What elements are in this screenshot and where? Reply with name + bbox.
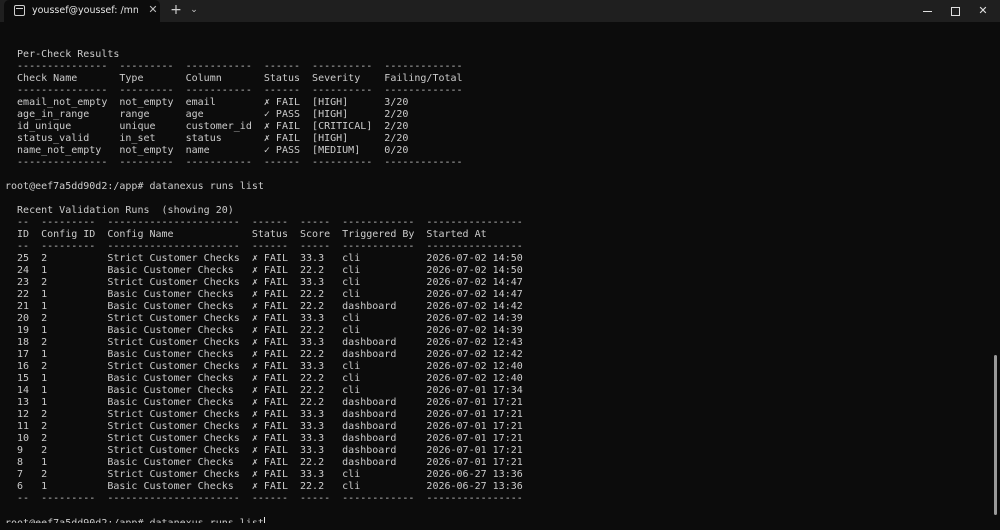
prompt-line[interactable]: root@eef7a5dd90d2:/app# datanexus runs l… (5, 517, 990, 523)
terminal-line: 19 1 Basic Customer Checks ✗ FAIL 22.2 c… (5, 325, 523, 336)
terminal-line: 18 2 Strict Customer Checks ✗ FAIL 33.3 … (5, 337, 523, 348)
terminal-line: -- --------- ---------------------- ----… (5, 241, 523, 252)
terminal-line: 16 2 Strict Customer Checks ✗ FAIL 33.3 … (5, 361, 523, 372)
text-cursor (263, 517, 265, 523)
terminal-line: age_in_range range age ✓ PASS [HIGH] 2/2… (5, 109, 409, 120)
minimize-icon (922, 10, 932, 12)
shell-prompt: root@eef7a5dd90d2:/app# (5, 518, 150, 523)
terminal-line: 12 2 Strict Customer Checks ✗ FAIL 33.3 … (5, 409, 523, 420)
terminal-line: status_valid in_set status ✗ FAIL [HIGH]… (5, 133, 409, 144)
terminal-line: email_not_empty not_empty email ✗ FAIL [… (5, 97, 409, 108)
terminal-line: -- --------- ---------------------- ----… (5, 493, 523, 504)
terminal-line: id_unique unique customer_id ✗ FAIL [CRI… (5, 121, 409, 132)
new-tab-button[interactable]: + (168, 2, 184, 18)
title-bar: youssef@youssef: /mnt/c/use ✕ + ⌄ ✕ (0, 0, 1000, 22)
close-window-button[interactable]: ✕ (960, 0, 1000, 22)
terminal-icon (14, 5, 25, 16)
chevron-down-icon[interactable]: ⌄ (187, 2, 201, 18)
terminal-line: Check Name Type Column Status Severity F… (5, 73, 463, 84)
terminal-line: 22 1 Basic Customer Checks ✗ FAIL 22.2 c… (5, 289, 523, 300)
terminal-line: 15 1 Basic Customer Checks ✗ FAIL 22.2 c… (5, 373, 523, 384)
terminal-tab[interactable]: youssef@youssef: /mnt/c/use ✕ (4, 0, 160, 22)
terminal-line: 9 2 Strict Customer Checks ✗ FAIL 33.3 d… (5, 445, 523, 456)
terminal-line: 6 1 Basic Customer Checks ✗ FAIL 22.2 cl… (5, 481, 523, 492)
terminal-line: 21 1 Basic Customer Checks ✗ FAIL 22.2 d… (5, 301, 523, 312)
terminal-line: --------------- --------- ----------- --… (5, 157, 463, 168)
scrollbar[interactable] (994, 355, 997, 515)
terminal-line: 13 1 Basic Customer Checks ✗ FAIL 22.2 d… (5, 397, 523, 408)
terminal-line: 10 2 Strict Customer Checks ✗ FAIL 33.3 … (5, 433, 523, 444)
tab-title: youssef@youssef: /mnt/c/use (32, 5, 138, 16)
terminal-line: 7 2 Strict Customer Checks ✗ FAIL 33.3 c… (5, 469, 523, 480)
terminal-line: 8 1 Basic Customer Checks ✗ FAIL 22.2 da… (5, 457, 523, 468)
terminal-line: name_not_empty not_empty name ✓ PASS [ME… (5, 145, 409, 156)
terminal-line: 24 1 Basic Customer Checks ✗ FAIL 22.2 c… (5, 265, 523, 276)
terminal-line: 17 1 Basic Customer Checks ✗ FAIL 22.2 d… (5, 349, 523, 360)
terminal-line: Recent Validation Runs (showing 20) (5, 205, 234, 216)
terminal-line: root@eef7a5dd90d2:/app# datanexus runs l… (5, 181, 264, 192)
terminal-line: 25 2 Strict Customer Checks ✗ FAIL 33.3 … (5, 253, 523, 264)
terminal-line: -- --------- ---------------------- ----… (5, 217, 523, 228)
terminal-line: 20 2 Strict Customer Checks ✗ FAIL 33.3 … (5, 313, 523, 324)
terminal-window: youssef@youssef: /mnt/c/use ✕ + ⌄ ✕ Per-… (0, 0, 1000, 530)
terminal-line: 14 1 Basic Customer Checks ✗ FAIL 22.2 c… (5, 385, 523, 396)
terminal-line: ID Config ID Config Name Status Score Tr… (5, 229, 487, 240)
terminal-line: 23 2 Strict Customer Checks ✗ FAIL 33.3 … (5, 277, 523, 288)
terminal-line: --------------- --------- ----------- --… (5, 61, 463, 72)
terminal-output[interactable]: Per-Check Results --------------- ------… (5, 37, 990, 523)
terminal-line: --------------- --------- ----------- --… (5, 85, 463, 96)
maximize-icon (950, 6, 960, 16)
terminal-line: Per-Check Results (5, 49, 120, 60)
close-tab-icon[interactable]: ✕ (147, 3, 159, 17)
command-input[interactable]: datanexus runs list (150, 518, 264, 523)
terminal-line: 11 2 Strict Customer Checks ✗ FAIL 33.3 … (5, 421, 523, 432)
